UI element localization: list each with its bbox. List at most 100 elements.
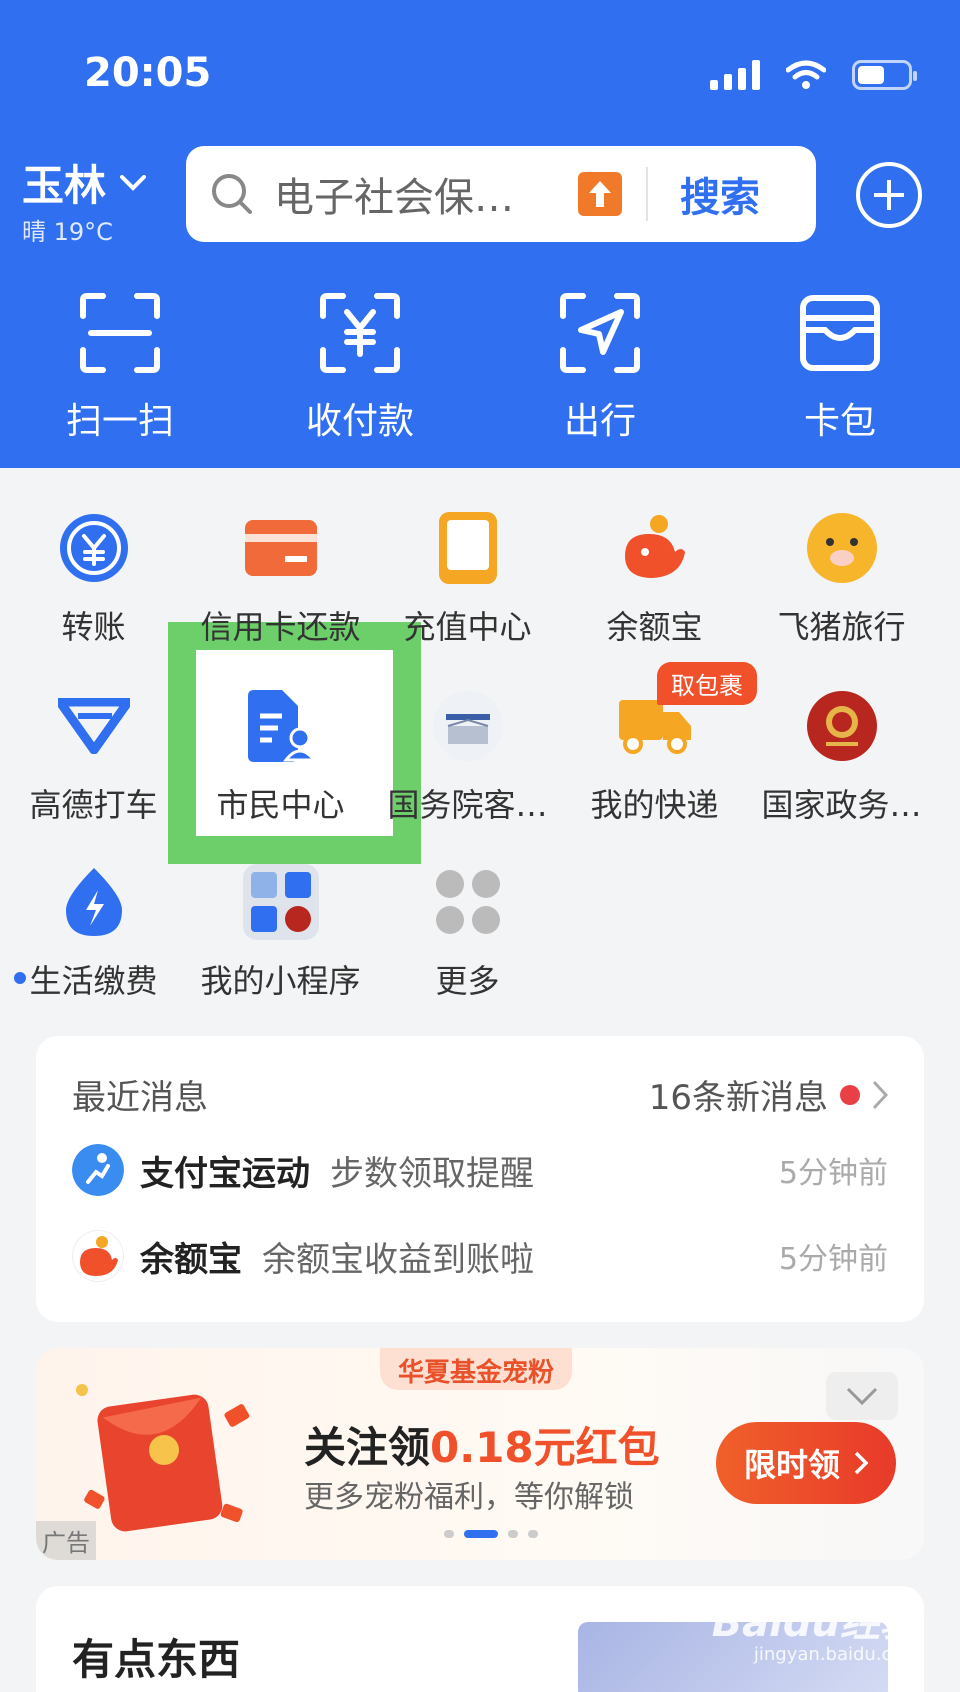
action-cards[interactable]: 卡包 <box>720 290 960 444</box>
messages-count[interactable]: 16条新消息 <box>649 1070 888 1119</box>
status-icons <box>710 58 917 90</box>
app-label: 高德打车 <box>29 786 158 824</box>
watermark: Baidu经验 <box>711 1600 920 1646</box>
chevron-down-icon <box>846 1387 878 1405</box>
ad-title-prefix: 关注领 <box>304 1423 431 1472</box>
red-envelope-icon <box>76 1384 250 1532</box>
status-time: 20:05 <box>84 50 212 96</box>
message-text: 步数领取提醒 <box>330 1153 534 1194</box>
app-grid-row-1: 转账 信用卡还款 充值中心 余额宝 飞猪旅行 <box>0 510 960 648</box>
app-label: 我的快递 <box>590 786 719 824</box>
ad-tag: 华夏基金宠粉 <box>380 1348 573 1390</box>
app-label: 我的小程序 <box>200 962 361 1000</box>
search-button[interactable]: 搜索 <box>680 165 760 223</box>
app-label: 转账 <box>61 608 126 646</box>
message-text: 余额宝收益到账啦 <box>262 1239 534 1280</box>
app-grid-row-2: 高德打车 市民中心 国务院客… 取包裹 我的快递 国家政务… <box>0 662 960 826</box>
app-yuebao[interactable]: 余额宝 <box>561 510 748 648</box>
message-row[interactable]: 余额宝 余额宝收益到账啦 5分钟前 <box>72 1230 888 1282</box>
unread-dot <box>840 1084 860 1105</box>
app-label: 国家政务… <box>761 786 922 824</box>
state-council-icon <box>430 688 506 764</box>
app-amap-taxi[interactable]: 高德打车 <box>0 688 187 826</box>
search-bar[interactable]: 电子社会保… 搜索 <box>186 146 816 242</box>
app-label: 飞猪旅行 <box>777 608 906 646</box>
app-state-council[interactable]: 国务院客… <box>374 688 561 826</box>
yuebao-icon <box>617 510 693 586</box>
gov-service-icon <box>804 688 880 764</box>
app-mini-programs[interactable]: 我的小程序 <box>187 864 374 1002</box>
messages-count-label: 16条新消息 <box>648 1078 828 1118</box>
yuebao-icon <box>72 1230 124 1282</box>
wifi-icon <box>786 60 826 89</box>
action-label: 卡包 <box>803 401 876 442</box>
card-wallet-icon <box>800 295 880 371</box>
app-gov-service[interactable]: 国家政务… <box>748 688 935 826</box>
ad-banner[interactable]: 华夏基金宠粉 关注领0.18元红包 更多宠粉福利，等你解锁 限时领 广告 <box>36 1348 924 1560</box>
claim-button-label: 限时领 <box>743 1446 840 1484</box>
action-scan[interactable]: 扫一扫 <box>0 290 240 444</box>
credit-card-icon <box>243 510 319 586</box>
app-label: 国务院客… <box>387 786 548 824</box>
navigation-icon <box>560 293 640 373</box>
pickup-badge: 取包裹 <box>657 662 757 705</box>
app-transfer[interactable]: 转账 <box>0 510 187 648</box>
app-label: 余额宝 <box>606 608 703 646</box>
transfer-icon <box>56 510 132 586</box>
weather: 晴 19°C <box>22 218 113 246</box>
section-title: 有点东西 <box>72 1635 241 1684</box>
app-more[interactable]: 更多 <box>374 864 561 1002</box>
city-selector[interactable]: 玉林 <box>22 152 147 213</box>
action-payment[interactable]: 收付款 <box>240 290 480 444</box>
app-citizen-center[interactable]: 市民中心 <box>187 688 374 826</box>
action-travel[interactable]: 出行 <box>480 290 720 444</box>
claim-button[interactable]: 限时领 <box>716 1422 896 1504</box>
hot-trend-icon <box>578 172 622 216</box>
app-utility-bill[interactable]: 生活缴费 <box>0 864 187 1002</box>
battery-icon <box>852 60 917 90</box>
scan-icon <box>80 293 160 373</box>
top-actions: 扫一扫 收付款 出行 卡包 <box>0 290 960 444</box>
action-label: 扫一扫 <box>65 401 174 442</box>
divider <box>646 167 648 221</box>
app-delivery[interactable]: 取包裹 我的快递 <box>561 662 757 826</box>
fliggy-icon <box>804 510 880 586</box>
ad-title: 关注领0.18元红包 <box>304 1414 660 1475</box>
yuan-payment-icon <box>320 293 400 373</box>
action-label: 出行 <box>563 401 636 442</box>
search-input[interactable]: 电子社会保… <box>274 165 544 223</box>
message-time: 5分钟前 <box>778 1242 888 1277</box>
chevron-right-icon <box>854 1451 868 1475</box>
app-label: 充值中心 <box>403 608 532 646</box>
amap-taxi-icon <box>56 688 132 764</box>
chevron-right-icon <box>872 1080 888 1109</box>
message-row[interactable]: 支付宝运动 步数领取提醒 5分钟前 <box>72 1144 888 1196</box>
ad-title-amount: 0.18元红包 <box>430 1423 660 1472</box>
app-credit-card[interactable]: 信用卡还款 <box>187 510 374 648</box>
signal-icon <box>710 58 760 90</box>
action-label: 收付款 <box>305 401 414 442</box>
phone-recharge-icon <box>430 510 506 586</box>
header: 20:05 玉林 晴 19°C 电子社会保… 搜索 扫一扫 收付款 出行 卡包 <box>0 0 960 468</box>
collapse-button[interactable] <box>826 1372 898 1420</box>
messages-title: 最近消息 <box>72 1078 208 1118</box>
ad-subtitle: 更多宠粉福利，等你解锁 <box>304 1480 634 1515</box>
carousel-indicator <box>444 1530 538 1538</box>
app-fliggy[interactable]: 飞猪旅行 <box>748 510 935 648</box>
app-grid-row-3: 生活缴费 我的小程序 更多 <box>0 864 960 1002</box>
message-app: 余额宝 <box>140 1239 242 1280</box>
app-label: 生活缴费 <box>29 962 158 1000</box>
citizen-center-icon <box>243 688 319 764</box>
ad-label: 广告 <box>36 1521 96 1560</box>
alipay-sport-icon <box>72 1144 124 1196</box>
add-button[interactable] <box>856 162 922 228</box>
app-recharge[interactable]: 充值中心 <box>374 510 561 648</box>
search-icon <box>212 174 252 214</box>
mini-programs-icon <box>242 864 319 940</box>
more-icon <box>430 864 506 940</box>
app-label: 信用卡还款 <box>200 608 361 646</box>
message-time: 5分钟前 <box>778 1156 888 1191</box>
app-label: 更多 <box>435 962 500 1000</box>
message-app: 支付宝运动 <box>140 1153 310 1194</box>
recent-messages-card[interactable]: 最近消息 16条新消息 支付宝运动 步数领取提醒 5分钟前 余额宝 余额宝收益到… <box>36 1036 924 1322</box>
